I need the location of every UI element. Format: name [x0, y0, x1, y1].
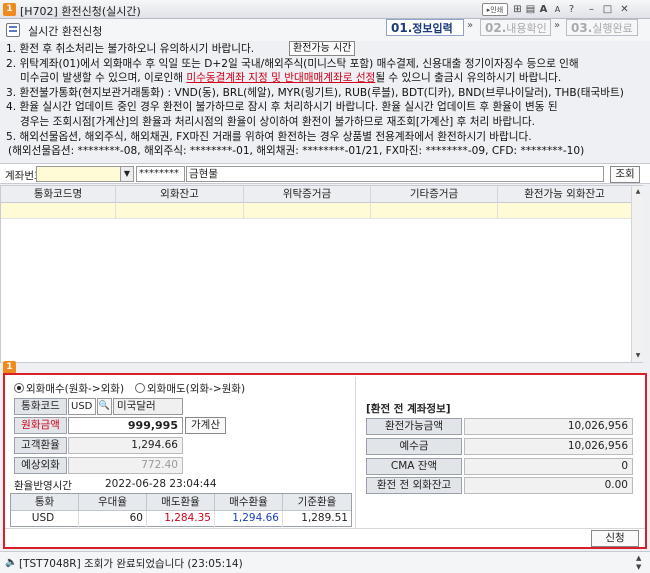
column-header[interactable]: 환전가능 외화잔고	[498, 186, 631, 203]
step-chevron-icon: »	[467, 20, 474, 31]
info-value: 0.00	[464, 477, 633, 494]
expected-fx-value: 772.40	[68, 457, 183, 474]
close-icon[interactable]: ✕	[618, 3, 631, 16]
maximize-icon[interactable]: □	[601, 3, 614, 16]
query-button[interactable]: 조회	[610, 166, 640, 183]
radio-sell-fx[interactable]: 외화매도(외화->원화)	[135, 381, 245, 396]
print-button[interactable]: ▸인쇄	[482, 3, 508, 16]
pre-exchange-info-section: [환전 전 계좌정보] 환전가능금액 10,026,956 예수금 10,026…	[355, 377, 643, 528]
font-down-icon[interactable]: A	[551, 3, 564, 16]
currency-code-input[interactable]: USD	[68, 398, 96, 415]
customer-rate-value: 1,294.66	[68, 437, 183, 454]
rate-buy: 1,294.66	[215, 511, 283, 527]
balance-grid: 통화코드명 외화잔고 위탁증거금 기타증거금 환전가능 외화잔고 ▲ ▼	[0, 185, 643, 363]
step-complete: 03.실행완료	[566, 19, 638, 36]
krw-amount-input[interactable]: 999,995	[68, 417, 183, 434]
screen-title: 실시간 환전신청	[28, 25, 103, 38]
panel-footer: 신청	[5, 528, 645, 547]
warning-text: 미수동결계좌 지정 및 반대매매계좌로 선정	[186, 72, 376, 85]
notice-list: 1. 환전 후 취소처리는 불가하오니 유의하시기 바랍니다. 환전가능 시간 …	[6, 41, 646, 159]
grid-scrollbar[interactable]: ▲ ▼	[631, 186, 643, 362]
notice-3: 3. 환전불가통화(현지보관거래통화) : VND(동), BRL(헤알), M…	[6, 86, 624, 99]
calculate-button[interactable]: 가계산	[185, 417, 226, 434]
rate-preferential: 60	[79, 511, 147, 527]
krw-amount-label: 원화금액	[14, 417, 67, 434]
status-scroll-up-icon[interactable]: ▲	[636, 554, 641, 562]
rate-table: 통화 우대율 매도환율 매수환율 기준환율 USD 60 1,284.35 1,…	[10, 493, 352, 527]
rate-time-value: 2022-06-28 23:04:44	[105, 478, 217, 490]
column-header[interactable]: 외화잔고	[116, 186, 244, 203]
currency-name: 미국달러	[113, 398, 183, 415]
status-message: [TST7048R] 조회가 완료되었습니다 (23:05:14)	[19, 558, 243, 570]
info-label: 환전가능금액	[366, 418, 462, 435]
column-header[interactable]: 통화코드명	[1, 186, 116, 203]
font-up-icon[interactable]: A	[537, 3, 550, 16]
expected-fx-label: 예상외화	[14, 457, 67, 474]
pin-icon[interactable]: ⊞	[511, 3, 524, 16]
screen-header: 실시간 환전신청 01.정보입력 » 02.내용확인 » 03.실행완료	[0, 19, 650, 41]
radio-buy-fx[interactable]: 외화매수(원화->외화)	[14, 381, 124, 396]
rate-currency: USD	[11, 511, 79, 527]
column-header: 매도환율	[147, 494, 215, 511]
panel-splitter[interactable]	[0, 364, 650, 372]
exchange-panel: 외화매수(원화->외화) 외화매도(외화->원화) 통화코드 USD 🔍 미국달…	[3, 373, 647, 549]
help-icon[interactable]: ?	[565, 3, 578, 16]
notice-5: 5. 해외선물옵션, 해외주식, 해외채권, FX마진 거래를 위하여 환전하는…	[6, 130, 532, 143]
notice-5-cont: (해외선물옵션: ********-08, 해외주식: ********-01,…	[8, 145, 585, 158]
speaker-icon: 🔈	[5, 557, 18, 568]
window-title: [H702] 환전신청(실시간)	[20, 5, 141, 18]
rate-sell: 1,284.35	[147, 511, 215, 527]
info-value: 10,026,956	[464, 418, 633, 435]
column-header[interactable]: 기타증거금	[371, 186, 498, 203]
notice-1: 1. 환전 후 취소처리는 불가하오니 유의하시기 바랍니다.	[6, 43, 255, 55]
step-chevron-icon: »	[554, 20, 561, 31]
currency-code-label: 통화코드	[14, 398, 67, 415]
info-label: 환전 전 외화잔고	[366, 477, 462, 494]
status-bar: 🔈 [TST7048R] 조회가 완료되었습니다 (23:05:14) ▲ ▼	[0, 551, 650, 573]
column-header: 통화	[11, 494, 79, 511]
column-header: 매수환율	[215, 494, 283, 511]
info-label: 예수금	[366, 438, 462, 455]
account-dropdown-icon[interactable]: ▼	[120, 166, 134, 182]
column-header: 기준환율	[283, 494, 351, 511]
window-badge: 1	[3, 3, 16, 16]
tile-icon[interactable]: ▤	[524, 3, 537, 16]
menu-list-icon[interactable]	[6, 23, 20, 37]
grid-header: 통화코드명 외화잔고 위탁증거금 기타증거금 환전가능 외화잔고	[1, 186, 631, 203]
notice-2-cont: 미수금이 발생할 수 있으며, 이로인해 미수동결계좌 지정 및 반대매매계좌로…	[20, 72, 562, 85]
column-header[interactable]: 위탁증거금	[244, 186, 371, 203]
minimize-icon[interactable]: –	[585, 3, 598, 16]
account-number-input[interactable]	[36, 166, 128, 182]
search-icon[interactable]: 🔍	[97, 398, 112, 415]
scroll-up-icon[interactable]: ▲	[632, 186, 644, 198]
info-label: CMA 잔액	[366, 458, 462, 475]
info-value: 0	[464, 458, 633, 475]
step-info-input: 01.정보입력	[386, 19, 464, 36]
notice-4: 4. 환율 실시간 업데이트 중인 경우 환전이 불가하므로 잠시 후 처리하시…	[6, 101, 558, 114]
customer-rate-label: 고객환율	[14, 437, 67, 454]
radio-checked-icon	[14, 383, 24, 393]
title-bar: 1 [H702] 환전신청(실시간) ▸인쇄 ⊞ ▤ A A ? – □ ✕	[0, 0, 650, 19]
account-bar: 계좌번호 ▼ ******** 금현물 조회	[0, 163, 650, 184]
account-type-name: 금현물	[186, 166, 604, 182]
notice-2: 2. 위탁계좌(01)에서 외화매수 후 익일 또는 D+2일 국내/해외주식(…	[6, 57, 579, 70]
column-header: 우대율	[79, 494, 147, 511]
table-row[interactable]	[1, 203, 631, 219]
exchange-input-section: 외화매수(원화->외화) 외화매도(외화->원화) 통화코드 USD 🔍 미국달…	[9, 377, 353, 528]
section-title: [환전 전 계좌정보]	[366, 403, 451, 415]
info-value: 10,026,956	[464, 438, 633, 455]
notice-4-cont: 경우는 조회시점[가계산]의 환율과 처리시점의 환율이 상이하여 환전이 불가…	[20, 116, 536, 128]
rate-base: 1,289.51	[301, 512, 348, 524]
step-confirm: 02.내용확인	[480, 19, 551, 36]
rate-time-label: 환율반영시간	[14, 480, 72, 492]
exchange-hours-button[interactable]: 환전가능 시간	[289, 41, 356, 56]
apply-button[interactable]: 신청	[591, 530, 639, 547]
account-password-input[interactable]: ********	[136, 166, 185, 182]
scroll-down-icon[interactable]: ▼	[632, 350, 644, 362]
status-scroll-down-icon[interactable]: ▼	[636, 563, 641, 571]
radio-unchecked-icon	[135, 383, 145, 393]
